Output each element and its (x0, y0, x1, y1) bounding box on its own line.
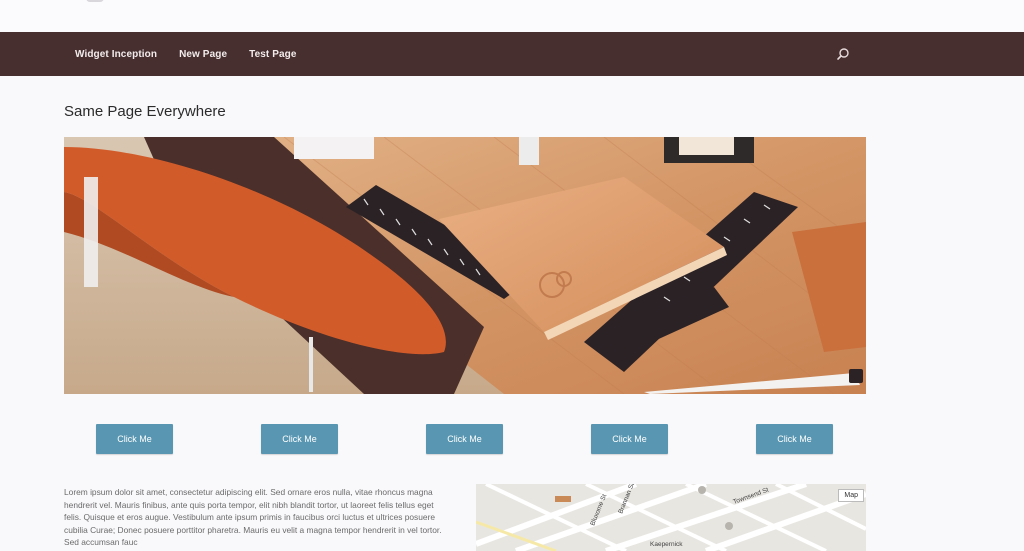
hero-image (64, 137, 866, 394)
click-me-button-2[interactable]: Click Me (261, 424, 338, 454)
map-widget[interactable]: Bluxome St Brannan St Townsend St Kaeper… (476, 484, 866, 551)
click-me-button-5[interactable]: Click Me (756, 424, 833, 454)
body-text: Lorem ipsum dolor sit amet, consectetur … (64, 487, 442, 547)
main-navbar: Widget Inception New Page Test Page (0, 32, 1024, 76)
nav-item-widget-inception[interactable]: Widget Inception (75, 49, 157, 60)
search-icon[interactable] (836, 47, 850, 61)
nav-menu: Widget Inception New Page Test Page (75, 32, 319, 76)
nav-item-test-page[interactable]: Test Page (249, 49, 296, 60)
nav-item-new-page[interactable]: New Page (179, 49, 227, 60)
click-me-button-4[interactable]: Click Me (591, 424, 668, 454)
button-row: Click Me Click Me Click Me Click Me Clic… (0, 424, 1024, 455)
click-me-button-1[interactable]: Click Me (96, 424, 173, 454)
map-label-kaepernick: Kaepernick (650, 541, 683, 548)
map-type-button[interactable]: Map (838, 489, 864, 502)
top-strip (0, 0, 1024, 32)
page-title: Same Page Everywhere (64, 103, 226, 120)
click-me-button-3[interactable]: Click Me (426, 424, 503, 454)
site-logo-fragment (86, 0, 104, 2)
